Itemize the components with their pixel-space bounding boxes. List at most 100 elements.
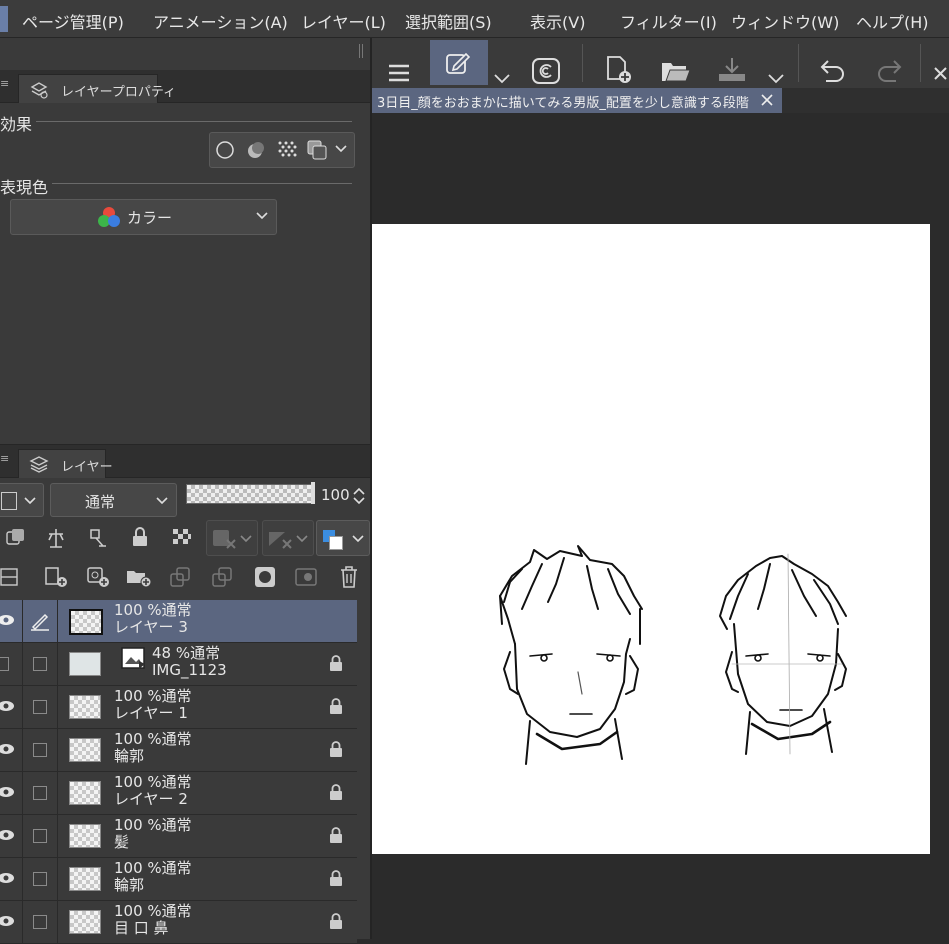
layers-icon [29,456,49,473]
layer-thumbnail [69,824,101,848]
lock-icon [330,698,342,714]
panel-menu-icon[interactable]: ≡ [0,452,9,465]
panel-grip-icon[interactable] [362,44,363,58]
merge-down-icon[interactable] [210,565,234,589]
menu-selection[interactable]: 選択範囲(S) [405,9,492,33]
layer-info[interactable]: 100 %通常 レイヤー 1 [57,686,357,728]
mask-toggle-select[interactable] [206,520,258,556]
visibility-cell[interactable] [0,686,23,728]
edit-target-cell[interactable] [22,600,58,642]
panel-menu-list-icon[interactable] [0,566,20,588]
edit-target-cell[interactable] [22,815,58,857]
expression-color-select[interactable]: カラー [10,199,277,235]
visibility-cell[interactable] [0,815,23,857]
effect-border-icon[interactable] [246,140,266,160]
edit-target-cell[interactable] [22,643,58,685]
layer-info[interactable]: 100 %通常 目 口 鼻 [57,901,357,943]
edit-target-checkbox[interactable] [33,915,47,929]
layer-color-select[interactable] [316,520,370,556]
menu-window[interactable]: ウィンドウ(W) [731,9,839,33]
blend-mode-select[interactable]: 通常 [50,483,177,517]
layer-info[interactable]: 100 %通常 輪郭 [57,858,357,900]
visibility-cell[interactable] [0,600,23,642]
visibility-cell[interactable] [0,772,23,814]
edit-target-checkbox[interactable] [33,786,47,800]
delete-layer-icon[interactable] [338,565,360,589]
visibility-cell[interactable] [0,901,23,943]
panel-menu-icon[interactable]: ≡ [0,77,9,90]
effect-layer-color-icon[interactable] [306,139,328,161]
new-canvas-icon[interactable] [604,47,634,93]
apply-mask-icon[interactable] [294,565,320,589]
layer-info[interactable]: 100 %通常 レイヤー 3 [57,600,357,642]
reference-layer-icon[interactable] [44,526,68,550]
edit-target-checkbox[interactable] [33,743,47,757]
ruler-toggle-select[interactable] [262,520,314,556]
new-vector-layer-icon[interactable] [85,565,111,589]
edit-target-cell[interactable] [22,686,58,728]
lock-layer-icon[interactable] [130,526,150,548]
layer-row[interactable]: 100 %通常 目 口 鼻 [0,901,357,944]
layer-row[interactable]: 48 %通常 IMG_1123 [0,643,357,686]
opacity-slider-handle[interactable] [311,482,315,504]
visibility-cell[interactable] [0,643,23,685]
layer-row[interactable]: 100 %通常 レイヤー 2 [0,772,357,815]
document-tab[interactable]: 3日目_顔をおおまかに描いてみる男版_配置を少し意識する段階 [372,88,782,113]
lock-transparency-icon[interactable] [171,527,193,547]
panel-grip-icon[interactable] [359,44,360,58]
transfer-down-icon[interactable] [168,565,192,589]
layer-row[interactable]: 100 %通常 髪 [0,815,357,858]
menu-filter[interactable]: フィルター(I) [620,9,717,33]
opacity-stepper-icon[interactable] [352,486,366,506]
tab-layer-property[interactable]: レイヤープロパティ [18,74,176,103]
layer-info[interactable]: 100 %通常 レイヤー 2 [57,772,357,814]
layer-opacity-mode: 100 %通常 [114,902,192,920]
chevron-down-icon[interactable] [334,144,348,154]
close-icon[interactable] [760,93,774,107]
edit-target-cell[interactable] [22,729,58,771]
visibility-cell[interactable] [0,858,23,900]
eye-icon[interactable] [0,872,14,884]
layer-info[interactable]: 48 %通常 IMG_1123 [57,643,357,685]
layer-info[interactable]: 100 %通常 輪郭 [57,729,357,771]
edit-target-checkbox[interactable] [33,829,47,843]
edit-target-checkbox[interactable] [33,700,47,714]
clip-layer-icon[interactable] [4,527,28,549]
layer-info[interactable]: 100 %通常 髪 [57,815,357,857]
eye-icon[interactable] [0,829,14,841]
eye-icon[interactable] [0,786,14,798]
tab-layer[interactable]: レイヤー [18,449,113,478]
eye-icon[interactable] [0,743,14,755]
menu-layer[interactable]: レイヤー(L) [301,9,386,33]
simple-mode-button[interactable] [430,40,488,85]
canvas-paper[interactable] [372,224,930,854]
eye-icon[interactable] [0,915,14,927]
effect-tone-icon[interactable] [277,140,297,160]
eye-icon[interactable] [0,700,14,712]
opacity-value[interactable]: 100 [321,486,350,504]
edit-target-cell[interactable] [22,901,58,943]
edit-target-checkbox[interactable] [33,657,47,671]
layer-row[interactable]: 100 %通常 輪郭 [0,729,357,772]
edit-target-checkbox[interactable] [33,872,47,886]
layer-row[interactable]: 100 %通常 輪郭 [0,858,357,901]
new-raster-layer-icon[interactable] [43,565,69,589]
draft-layer-icon[interactable] [86,526,110,550]
visibility-checkbox[interactable] [0,657,9,671]
effect-none-icon[interactable] [215,140,235,160]
opacity-slider[interactable] [186,484,313,504]
new-folder-icon[interactable] [125,565,153,589]
layer-row[interactable]: 100 %通常 レイヤー 3 [0,600,357,643]
menu-animation[interactable]: アニメーション(A) [153,9,288,33]
layer-mask-icon[interactable] [253,565,277,589]
menu-help[interactable]: ヘルプ(H) [856,9,929,33]
edit-target-cell[interactable] [22,858,58,900]
menu-page-management[interactable]: ページ管理(P) [22,9,124,33]
menu-view[interactable]: 表示(V) [530,9,585,33]
eye-icon[interactable] [0,614,14,626]
save-icon[interactable] [716,47,748,93]
layer-color-toggle[interactable] [0,483,44,517]
visibility-cell[interactable] [0,729,23,771]
layer-row[interactable]: 100 %通常 レイヤー 1 [0,686,357,729]
edit-target-cell[interactable] [22,772,58,814]
